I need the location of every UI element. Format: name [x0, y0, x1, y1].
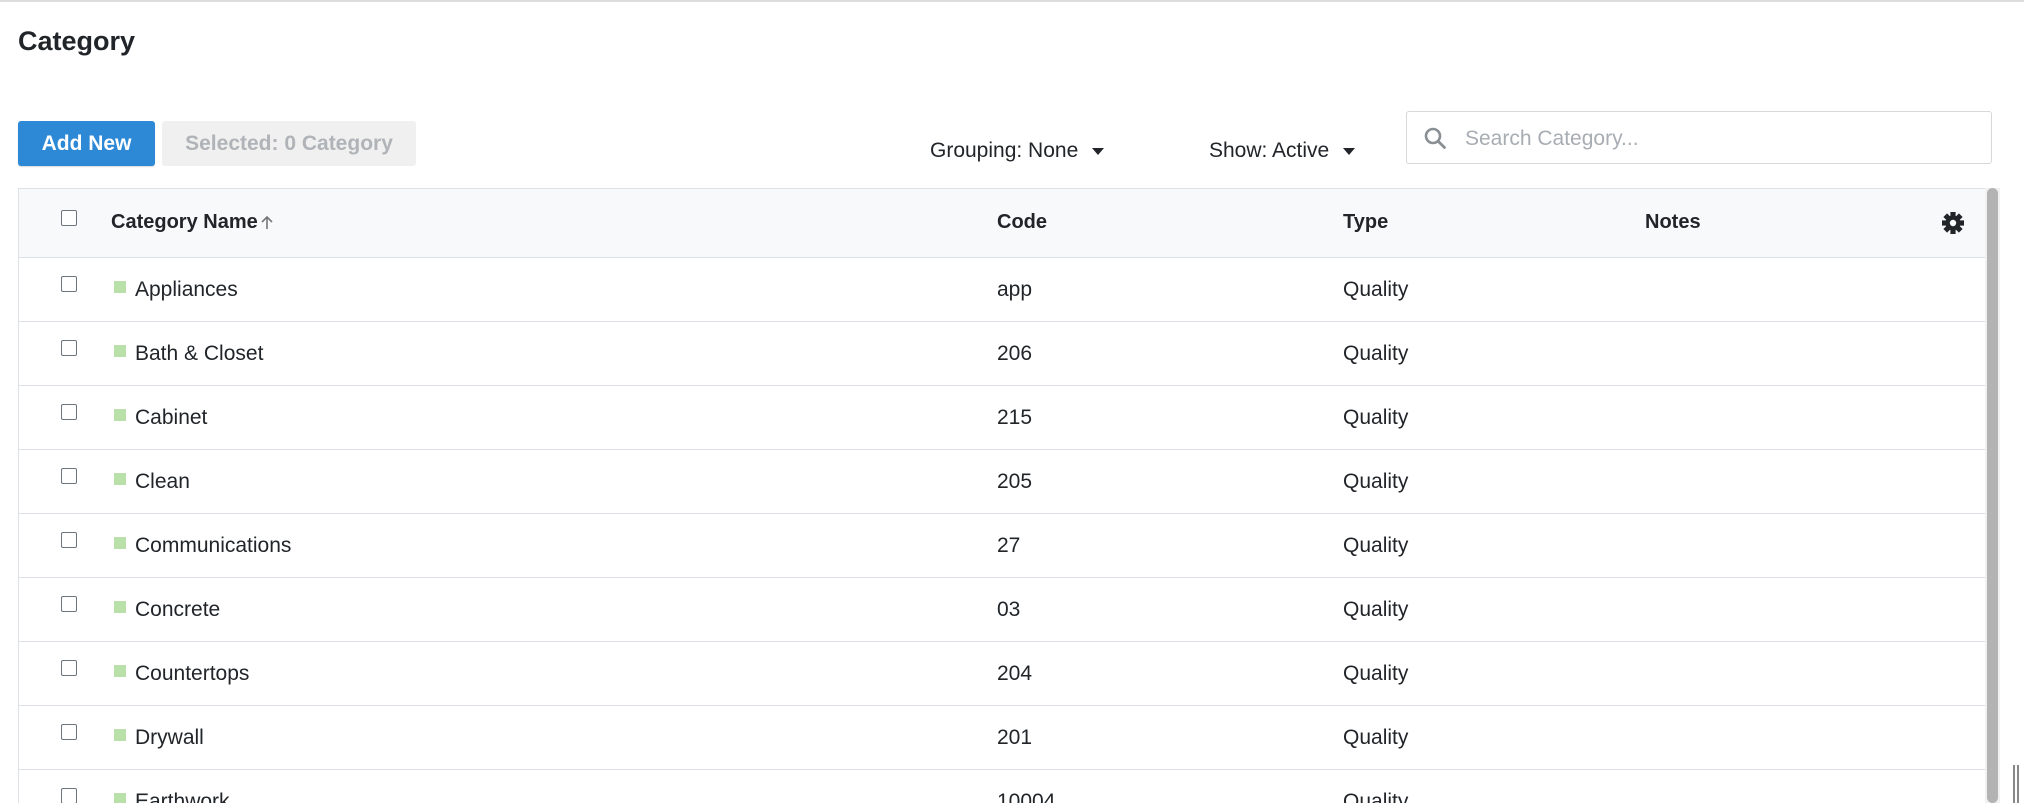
column-header-code[interactable]: Code — [997, 211, 1047, 234]
select-all-checkbox[interactable] — [61, 210, 77, 226]
resize-grip-icon[interactable] — [2013, 765, 2019, 803]
column-header-category-name[interactable]: Category Name — [111, 211, 274, 234]
row-checkbox[interactable] — [61, 596, 77, 612]
column-header-label: Category Name — [111, 211, 258, 233]
row-checkbox[interactable] — [61, 532, 77, 548]
table-row[interactable]: Cabinet 215 Quality — [19, 386, 1986, 450]
category-name-cell: Bath & Closet — [135, 342, 264, 365]
search-box[interactable] — [1406, 111, 1992, 164]
grouping-dropdown[interactable]: Grouping: None — [930, 133, 1105, 169]
table-row[interactable]: Drywall 201 Quality — [19, 706, 1986, 770]
type-cell: Quality — [1343, 278, 1409, 301]
scrollbar-thumb[interactable] — [1987, 188, 1998, 803]
category-color-swatch — [114, 281, 126, 293]
category-color-swatch — [114, 345, 126, 357]
category-color-swatch — [114, 601, 126, 613]
caret-down-icon — [1343, 147, 1356, 155]
row-checkbox[interactable] — [61, 468, 77, 484]
table-row[interactable]: Concrete 03 Quality — [19, 578, 1986, 642]
type-cell: Quality — [1343, 342, 1409, 365]
type-cell: Quality — [1343, 470, 1409, 493]
show-dropdown[interactable]: Show: Active — [1209, 133, 1356, 169]
caret-down-icon — [1092, 147, 1105, 155]
grouping-dropdown-label: Grouping: None — [930, 139, 1079, 162]
code-cell: 205 — [997, 470, 1033, 493]
column-header-type[interactable]: Type — [1343, 211, 1388, 234]
code-cell: 201 — [997, 726, 1033, 749]
add-new-button[interactable]: Add New — [18, 121, 155, 166]
code-cell: 215 — [997, 406, 1033, 429]
search-icon — [1424, 127, 1446, 149]
top-divider — [0, 0, 2024, 2]
row-checkbox[interactable] — [61, 404, 77, 420]
code-cell: 27 — [997, 534, 1021, 557]
table-row[interactable]: Bath & Closet 206 Quality — [19, 322, 1986, 386]
category-name-cell: Appliances — [135, 278, 238, 301]
row-checkbox[interactable] — [61, 788, 77, 803]
code-cell: app — [997, 278, 1033, 301]
selected-count-button: Selected: 0 Category — [162, 121, 416, 166]
row-checkbox[interactable] — [61, 660, 77, 676]
row-checkbox[interactable] — [61, 276, 77, 292]
table-body: Appliances app Quality Bath & Closet 206… — [19, 258, 1986, 803]
row-checkbox[interactable] — [61, 340, 77, 356]
category-name-cell: Cabinet — [135, 406, 208, 429]
type-cell: Quality — [1343, 662, 1409, 685]
table-row[interactable]: Countertops 204 Quality — [19, 642, 1986, 706]
category-table: Category Name Code Type Notes Appliances… — [18, 188, 1987, 803]
show-dropdown-label: Show: Active — [1209, 139, 1330, 162]
code-cell: 204 — [997, 662, 1033, 685]
table-row[interactable]: Appliances app Quality — [19, 258, 1986, 322]
type-cell: Quality — [1343, 726, 1409, 749]
type-cell: Quality — [1343, 790, 1409, 803]
category-color-swatch — [114, 793, 126, 803]
table-scrollbar[interactable] — [1985, 188, 2000, 803]
row-checkbox[interactable] — [61, 724, 77, 740]
category-color-swatch — [114, 473, 126, 485]
code-cell: 206 — [997, 342, 1033, 365]
type-cell: Quality — [1343, 534, 1409, 557]
category-color-swatch — [114, 537, 126, 549]
table-row[interactable]: Communications 27 Quality — [19, 514, 1986, 578]
category-color-swatch — [114, 729, 126, 741]
gear-icon[interactable] — [1941, 211, 1965, 235]
category-name-cell: Earthwork — [135, 790, 230, 803]
category-name-cell: Concrete — [135, 598, 221, 621]
category-name-cell: Communications — [135, 534, 292, 557]
table-row[interactable]: Clean 205 Quality — [19, 450, 1986, 514]
category-color-swatch — [114, 665, 126, 677]
page-title: Category — [18, 26, 136, 56]
arrow-up-icon — [260, 213, 274, 236]
column-header-notes[interactable]: Notes — [1645, 211, 1701, 234]
category-color-swatch — [114, 409, 126, 421]
category-name-cell: Clean — [135, 470, 190, 493]
type-cell: Quality — [1343, 406, 1409, 429]
table-header: Category Name Code Type Notes — [19, 189, 1986, 258]
table-row[interactable]: Earthwork 10004 Quality — [19, 770, 1986, 803]
category-name-cell: Countertops — [135, 662, 250, 685]
category-name-cell: Drywall — [135, 726, 204, 749]
code-cell: 10004 — [997, 790, 1056, 803]
code-cell: 03 — [997, 598, 1021, 621]
type-cell: Quality — [1343, 598, 1409, 621]
search-input[interactable] — [1463, 120, 1977, 158]
